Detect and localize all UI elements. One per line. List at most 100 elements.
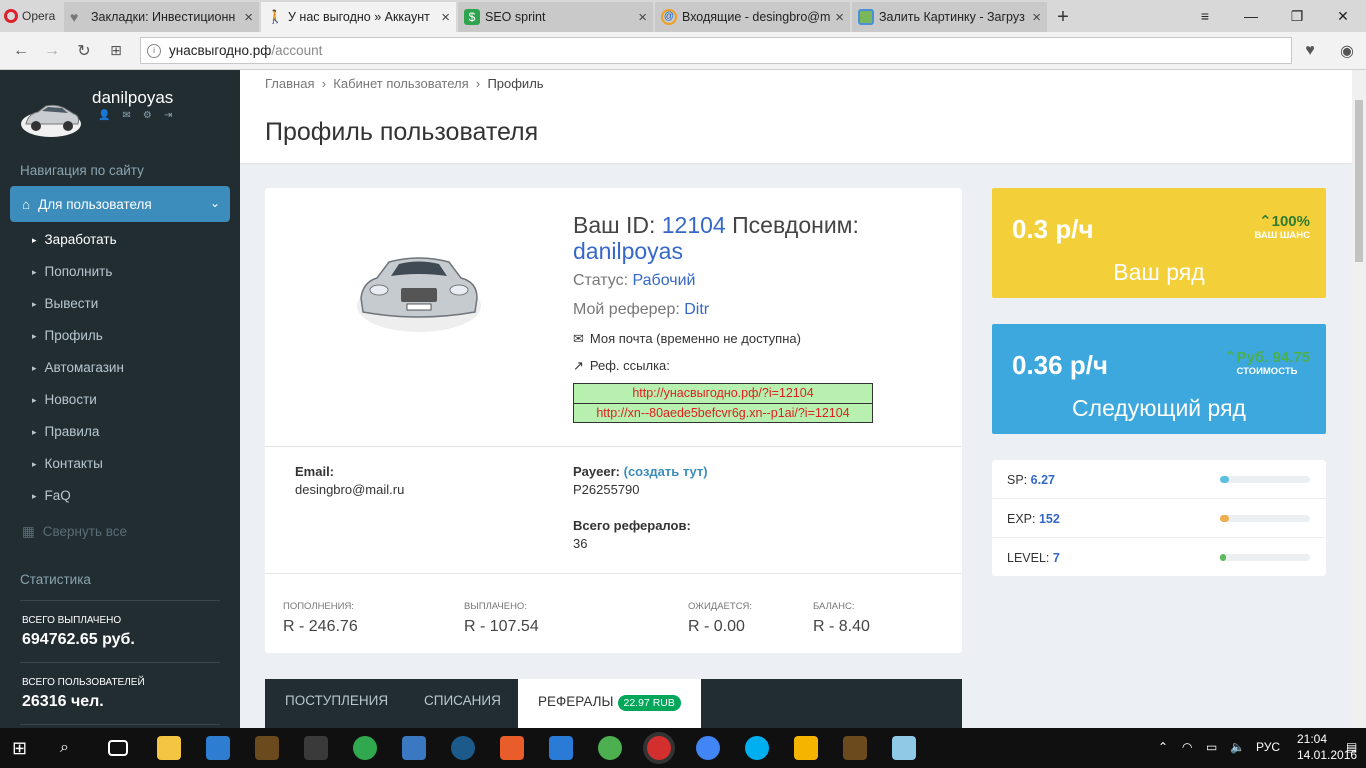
sidebar-item-car-shop[interactable]: ▸ Автомагазин — [32, 360, 124, 375]
tab-menu-icon[interactable]: ≡ — [1182, 0, 1228, 32]
bookmark-heart-icon[interactable]: ♥ — [1296, 37, 1324, 65]
ref-link-2[interactable]: http://xn--80aede5befcvr6g.xn--p1ai/?i=1… — [574, 403, 872, 422]
explorer-icon[interactable] — [157, 736, 181, 760]
sidebar-item-contacts[interactable]: ▸ Контакты — [32, 456, 103, 471]
browser-tab-0[interactable]: ♥ Закладки: Инвестиционн × — [64, 2, 259, 32]
tray-chevron-icon[interactable]: ⌃ — [1158, 740, 1168, 754]
utorrent-icon[interactable] — [598, 736, 622, 760]
sidebar-username: danilpoyas — [92, 88, 174, 107]
wifi-icon[interactable]: ◠ — [1182, 740, 1192, 754]
media-player-icon[interactable] — [402, 736, 426, 760]
sidebar-item-profile[interactable]: ▸ Профиль — [32, 328, 103, 343]
hon-game-icon-2[interactable] — [843, 736, 867, 760]
minimize-button[interactable]: — — [1228, 0, 1274, 32]
chance-label: ваш шанс — [1254, 230, 1310, 241]
close-tab-icon[interactable]: × — [244, 9, 253, 26]
next-row-box[interactable]: 0.36 р/ч ⌃Руб. 94.75 стоимость Следующий … — [992, 324, 1326, 434]
opera-menu-button[interactable]: Opera — [0, 0, 64, 32]
maximize-button[interactable]: ❐ — [1274, 0, 1320, 32]
sidebar-item-earn[interactable]: ▸ Заработать — [32, 232, 117, 247]
picture-icon — [858, 9, 874, 25]
email-field: Email: desingbro@mail.ru — [295, 464, 404, 497]
language-indicator[interactable]: РУС — [1256, 740, 1280, 754]
email-value: desingbro@mail.ru — [295, 482, 405, 497]
browser-tab-1[interactable]: 🚶 У нас выгодно » Аккаунт × — [261, 2, 456, 32]
current-row-box: 0.3 р/ч ⌃100% ваш шанс Ваш ряд — [992, 188, 1326, 298]
cleaner-icon[interactable] — [549, 736, 573, 760]
forward-button[interactable]: → — [36, 35, 68, 67]
close-window-button[interactable]: ✕ — [1320, 0, 1366, 32]
avast-icon[interactable] — [794, 736, 818, 760]
windows-start-icon[interactable]: ⊞ — [12, 736, 36, 760]
browser-tab-2[interactable]: $ SEO sprint × — [458, 2, 653, 32]
close-tab-icon[interactable]: × — [638, 9, 647, 26]
close-tab-icon[interactable]: × — [835, 9, 844, 26]
ref-link-1[interactable]: http://унасвыгодно.рф/?i=12104 — [574, 384, 872, 403]
referrer-value[interactable]: Ditr — [684, 301, 709, 318]
envelope-icon[interactable]: ✉ — [122, 110, 130, 121]
caret-right-icon: ▸ — [32, 491, 37, 501]
speed-dial-icon[interactable]: ⊞ — [100, 35, 132, 67]
reload-button[interactable]: ↻ — [68, 35, 100, 67]
gear-icon[interactable]: ⚙ — [143, 110, 152, 121]
ref-links-box: http://унасвыгодно.рф/?i=12104 http://xn… — [573, 383, 873, 423]
sidebar-item-rules[interactable]: ▸ Правила — [32, 424, 99, 439]
nav-section-title: Навигация по сайту — [20, 163, 144, 178]
next-rate: 0.36 р/ч — [1012, 350, 1109, 380]
current-rate: 0.3 р/ч — [1012, 214, 1094, 244]
user-icon[interactable]: 👤 — [98, 110, 110, 121]
close-tab-icon[interactable]: × — [441, 9, 450, 26]
battery-icon[interactable]: ▭ — [1206, 740, 1217, 754]
collapse-all-label: Свернуть все — [42, 524, 128, 539]
world-of-tanks-icon[interactable] — [304, 736, 328, 760]
divider — [992, 537, 1326, 538]
url-field[interactable]: i унасвыгодно.рф/account — [140, 37, 1292, 64]
codec-app-icon[interactable] — [500, 736, 524, 760]
close-tab-icon[interactable]: × — [1032, 9, 1041, 26]
back-button[interactable]: ← — [5, 35, 37, 67]
stat-value: 7 — [1052, 551, 1060, 565]
page-scrollbar[interactable] — [1352, 70, 1366, 728]
store-icon[interactable] — [206, 736, 230, 760]
paid-label: выплачено: — [464, 601, 527, 612]
search-icon[interactable]: ⌕ — [60, 736, 84, 760]
skype-icon[interactable] — [745, 736, 769, 760]
opera-taskbar-icon[interactable] — [647, 736, 671, 760]
referrals-label: Всего рефералов: — [573, 518, 691, 533]
tab-income[interactable]: ПОСТУПЛЕНИЯ — [285, 693, 388, 708]
stat-level: LEVEL: 7 — [1007, 551, 1060, 565]
site-info-icon[interactable]: i — [147, 43, 161, 58]
hon-game-icon[interactable] — [255, 736, 279, 760]
sidebar-item-withdraw[interactable]: ▸ Вывести — [32, 296, 98, 311]
browser-tab-3[interactable]: @ Входящие - desingbro@m × — [655, 2, 850, 32]
volume-icon[interactable]: 🔈 — [1230, 740, 1245, 754]
cost-label: стоимость — [1236, 366, 1298, 377]
tab-referrals[interactable]: РЕФЕРАЛЫ 22.97 RUB — [518, 679, 701, 728]
logout-icon[interactable]: ⇥ — [164, 110, 172, 121]
current-row-title: Ваш ряд — [1113, 259, 1205, 285]
tab-title: Закладки: Инвестиционн — [91, 10, 236, 24]
breadcrumb-cabinet[interactable]: Кабинет пользователя — [333, 76, 468, 91]
breadcrumb-home[interactable]: Главная — [265, 76, 314, 91]
sidebar-item-label: FaQ — [44, 488, 71, 503]
tab-writeoffs[interactable]: СПИСАНИЯ — [424, 693, 501, 708]
notes-app-icon[interactable] — [892, 736, 916, 760]
menu-user-section[interactable]: ⌂ Для пользователя ⌄ — [10, 186, 230, 222]
clock-time[interactable]: 21:04 — [1297, 732, 1327, 746]
browser-tab-4[interactable]: Залить Картинку - Загруз × — [852, 2, 1047, 32]
new-tab-button[interactable]: + — [1049, 2, 1077, 32]
sidebar-item-faq[interactable]: ▸ FaQ — [32, 488, 71, 503]
sidebar-item-label: Вывести — [44, 296, 99, 311]
main-content: Главная › Кабинет пользователя › Профиль… — [240, 70, 1352, 728]
account-icon[interactable]: ◉ — [1333, 37, 1361, 65]
sidebar-item-news[interactable]: ▸ Новости — [32, 392, 97, 407]
scrollbar-thumb[interactable] — [1355, 100, 1363, 262]
payeer-create-link[interactable]: (создать тут) — [624, 464, 708, 479]
sidebar-item-deposit[interactable]: ▸ Пополнить — [32, 264, 112, 279]
task-view-icon[interactable] — [108, 740, 128, 756]
notifications-icon[interactable]: ▤ — [1346, 740, 1357, 754]
mail-agent-icon[interactable] — [353, 736, 377, 760]
chrome-icon[interactable] — [696, 736, 720, 760]
network-app-icon[interactable] — [451, 736, 475, 760]
collapse-all-button[interactable]: ▦ Свернуть все — [22, 524, 127, 540]
